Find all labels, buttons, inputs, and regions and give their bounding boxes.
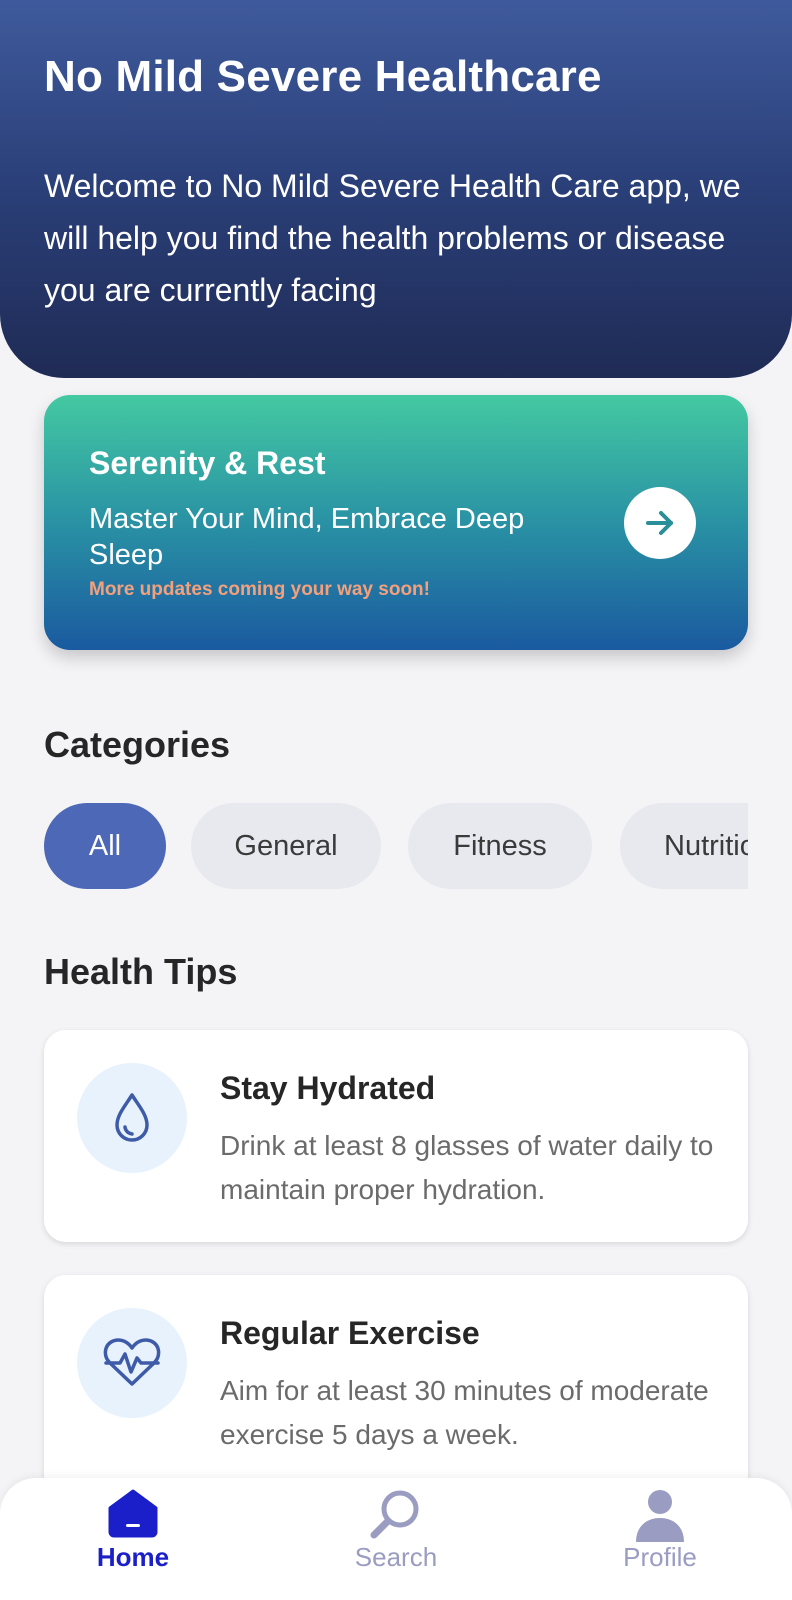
nav-home-label: Home	[96, 1542, 170, 1572]
serenity-open-button[interactable]	[624, 487, 696, 559]
tip-icon-circle	[77, 1308, 187, 1418]
nav-home[interactable]: Home	[53, 1478, 213, 1600]
serenity-title: Serenity & Rest	[89, 445, 326, 481]
welcome-text: Welcome to No Mild Severe Health Care ap…	[44, 168, 741, 308]
arrow-right-icon	[646, 511, 673, 535]
bottom-nav: Home Search Profile	[0, 1478, 792, 1600]
app-title: No Mild Severe Healthcare	[44, 52, 602, 101]
nav-profile-label: Profile	[623, 1542, 697, 1572]
chip-all[interactable]: All	[44, 803, 166, 889]
nav-search[interactable]: Search	[316, 1478, 476, 1600]
tip-card-exercise[interactable]: Regular Exercise Aim for at least 30 min…	[44, 1275, 748, 1505]
nav-profile[interactable]: Profile	[580, 1478, 740, 1600]
heartbeat-icon	[103, 1338, 161, 1386]
chip-fitness[interactable]: Fitness	[408, 803, 592, 889]
chip-nutrition[interactable]: Nutrition	[620, 803, 748, 889]
search-icon	[370, 1490, 419, 1539]
category-chips: All General Fitness Nutrition	[44, 803, 748, 889]
header-banner: No Mild Severe Healthcare Welcome to No …	[0, 0, 792, 378]
profile-icon	[636, 1490, 684, 1542]
serenity-card[interactable]: Serenity & Rest Master Your Mind, Embrac…	[44, 395, 748, 650]
tip-icon-circle	[77, 1063, 187, 1173]
tip-card-hydrated[interactable]: Stay Hydrated Drink at least 8 glasses o…	[44, 1030, 748, 1242]
health-tips-heading: Health Tips	[44, 951, 238, 992]
home-icon	[108, 1489, 158, 1538]
nav-search-label: Search	[354, 1542, 438, 1572]
chip-general[interactable]: General	[191, 803, 381, 889]
categories-heading: Categories	[44, 724, 231, 765]
tip-text: Aim for at least 30 minutes of moderate …	[220, 1375, 709, 1450]
tip-title: Regular Exercise	[220, 1315, 480, 1351]
serenity-note: More updates coming your way soon!	[89, 579, 430, 600]
serenity-subtitle: Master Your Mind, Embrace Deep Sleep	[89, 503, 525, 571]
home-screen: No Mild Severe Healthcare Welcome to No …	[0, 0, 792, 1600]
tip-title: Stay Hydrated	[220, 1070, 436, 1106]
tip-text: Drink at least 8 glasses of water daily …	[220, 1130, 714, 1205]
water-drop-icon	[115, 1093, 149, 1142]
